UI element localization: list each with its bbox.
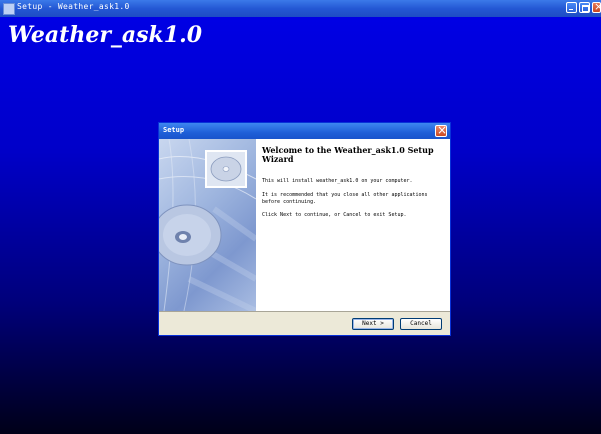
setup-dialog: Setup Welcome to the Weather_ask1.	[158, 122, 451, 336]
close-apps-recommendation: It is recommended that you close all oth…	[262, 192, 428, 205]
setup-icon	[3, 3, 15, 15]
desktop-background: Setup - Weather_ask1.0 Weather_ask1.0 Se…	[0, 0, 601, 434]
cancel-button[interactable]: Cancel	[400, 318, 442, 330]
wizard-heading: Welcome to the Weather_ask1.0 Setup Wiza…	[262, 145, 434, 164]
wizard-content: Welcome to the Weather_ask1.0 Setup Wiza…	[256, 139, 450, 311]
wizard-side-image	[159, 139, 256, 311]
window-title: Setup - Weather_ask1.0	[17, 2, 130, 11]
maximize-icon[interactable]	[579, 2, 590, 13]
next-button[interactable]: Next >	[352, 318, 394, 330]
install-description: This will install weather_ask1.0 on your…	[262, 178, 413, 184]
minimize-icon[interactable]	[566, 2, 577, 13]
close-icon[interactable]	[592, 0, 601, 13]
window-titlebar[interactable]: Setup - Weather_ask1.0	[0, 0, 601, 17]
app-title: Weather_ask1.0	[8, 22, 203, 48]
cd-disc-illustration	[159, 139, 256, 311]
continue-instructions: Click Next to continue, or Cancel to exi…	[262, 212, 407, 218]
button-separator	[159, 311, 450, 312]
dialog-close-icon[interactable]	[435, 123, 447, 137]
dialog-title: Setup	[163, 126, 185, 134]
dialog-titlebar[interactable]: Setup	[159, 123, 450, 139]
